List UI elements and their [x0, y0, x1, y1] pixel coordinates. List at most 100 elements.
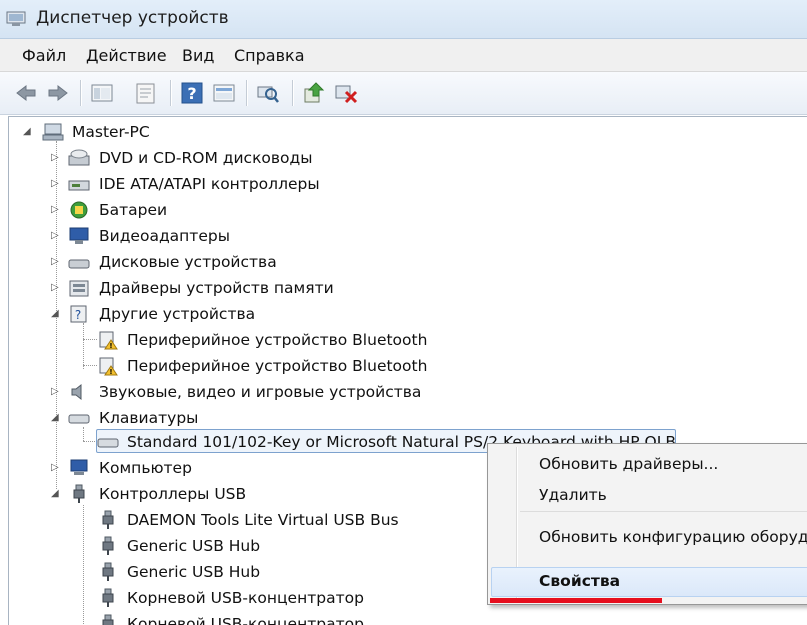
usb-icon: [102, 562, 114, 581]
forward-arrow-icon[interactable]: [46, 81, 70, 105]
tree-device-bluetooth[interactable]: ! Периферийное устройство Bluetooth: [9, 354, 439, 378]
toolbar: ?: [0, 72, 807, 115]
tree-category-sound[interactable]: ▷ Звуковые, видео и игровые устройства: [9, 380, 439, 404]
help-icon[interactable]: ?: [180, 81, 204, 105]
tree-device-usb[interactable]: Корневой USB-концентратор: [9, 586, 409, 610]
tree-device-usb[interactable]: Generic USB Hub: [9, 560, 309, 584]
tree-item-label: DAEMON Tools Lite Virtual USB Bus: [127, 511, 399, 529]
unknown-device-icon: ?: [70, 305, 87, 323]
device-manager-icon: [6, 11, 26, 26]
tree-item-label: DVD и CD-ROM дисководы: [99, 149, 313, 167]
properties-icon[interactable]: [134, 81, 158, 105]
collapse-arrow-icon[interactable]: ◢: [51, 488, 61, 500]
battery-icon: [70, 201, 88, 219]
tree-item-label: Видеоадаптеры: [99, 227, 230, 245]
svg-text:!: !: [109, 368, 112, 376]
expand-arrow-icon[interactable]: ▷: [51, 204, 61, 216]
menu-file[interactable]: Файл: [22, 46, 66, 65]
tree-device-usb[interactable]: DAEMON Tools Lite Virtual USB Bus: [9, 508, 429, 532]
tree-item-label: Драйверы устройств памяти: [99, 279, 334, 297]
usb-icon: [102, 510, 114, 529]
tree-item-label: Корневой USB-концентратор: [127, 589, 364, 607]
expand-arrow-icon[interactable]: ▷: [51, 282, 61, 294]
back-arrow-icon[interactable]: [14, 81, 38, 105]
context-properties[interactable]: Свойства: [539, 572, 620, 590]
expand-arrow-icon[interactable]: ▷: [51, 230, 61, 242]
context-menu: Обновить драйверы... Удалить Обновить ко…: [487, 443, 807, 605]
expand-arrow-icon[interactable]: ▷: [51, 386, 61, 398]
dvd-drive-icon: [68, 149, 90, 166]
menu-action[interactable]: Действие: [86, 46, 167, 65]
tree-item-label: Generic USB Hub: [127, 563, 261, 581]
menu-help[interactable]: Справка: [234, 46, 305, 65]
toolbar-separator: [80, 80, 81, 106]
tree-category-other[interactable]: ◢ ? Другие устройства: [9, 302, 409, 326]
toolbar-separator: [170, 80, 171, 106]
context-scan-hardware[interactable]: Обновить конфигурацию оборудования: [539, 528, 807, 546]
tree-device-bluetooth[interactable]: ! Периферийное устройство Bluetooth: [9, 328, 439, 352]
memory-driver-icon: [69, 280, 89, 297]
context-menu-separator: [520, 511, 807, 512]
tree-item-label: Периферийное устройство Bluetooth: [127, 331, 428, 349]
tree-item-label: Другие устройства: [99, 305, 256, 323]
expand-arrow-icon[interactable]: ▷: [51, 152, 61, 164]
display-adapter-icon: [69, 227, 89, 244]
tree-device-usb[interactable]: Generic USB Hub: [9, 534, 309, 558]
tree-item-label: Звуковые, видео и игровые устройства: [99, 383, 422, 401]
svg-text:!: !: [109, 342, 112, 350]
tree-item-label: Периферийное устройство Bluetooth: [127, 357, 428, 375]
svg-text:?: ?: [75, 308, 81, 322]
keyboard-icon: [97, 438, 119, 448]
tree-category-disk[interactable]: ▷ Дисковые устройства: [9, 250, 409, 274]
scan-hardware-icon[interactable]: [256, 81, 280, 105]
svg-text:?: ?: [187, 84, 196, 103]
tree-category-memory[interactable]: ▷ Драйверы устройств памяти: [9, 276, 409, 300]
computer-icon: [70, 459, 88, 475]
usb-icon: [102, 536, 114, 555]
tree-item-label: IDE ATA/ATAPI контроллеры: [99, 175, 320, 193]
tree-category-computer[interactable]: ▷ Компьютер: [9, 456, 309, 480]
collapse-arrow-icon[interactable]: ◢: [51, 308, 61, 320]
tree-category-ide[interactable]: ▷ IDE ATA/ATAPI контроллеры: [9, 172, 409, 196]
warning-device-icon: !: [99, 357, 118, 376]
tree-item-label: Клавиатуры: [99, 409, 199, 427]
tree-item-label: Корневой USB-концентратор: [127, 615, 364, 625]
tree-category-dvd[interactable]: ▷ DVD и CD-ROM дисководы: [9, 146, 409, 170]
tree-item-label: Батареи: [99, 201, 168, 219]
tree-root-master-pc[interactable]: ◢ Master-PC: [9, 120, 309, 144]
tree-category-battery[interactable]: ▷ Батареи: [9, 198, 409, 222]
context-uninstall[interactable]: Удалить: [539, 486, 607, 504]
tree-item-label: Дисковые устройства: [99, 253, 277, 271]
tree-item-label: Generic USB Hub: [127, 537, 261, 555]
show-hide-tree-icon[interactable]: [90, 81, 114, 105]
update-driver-icon[interactable]: [302, 81, 326, 105]
tree-category-display[interactable]: ▷ Видеоадаптеры: [9, 224, 409, 248]
computer-network-icon: [42, 123, 64, 141]
device-manager-window: Диспетчер устройств Файл Действие Вид Сп…: [0, 0, 807, 625]
tree-item-label: Компьютер: [99, 459, 192, 477]
expand-arrow-icon[interactable]: ▷: [51, 256, 61, 268]
usb-icon: [102, 614, 114, 625]
context-update-drivers[interactable]: Обновить драйверы...: [539, 455, 718, 473]
toolbar-separator: [292, 80, 293, 106]
usb-icon: [73, 484, 85, 503]
tree-root-label: Master-PC: [72, 123, 150, 141]
expand-arrow-icon[interactable]: ▷: [51, 178, 61, 190]
usb-icon: [102, 588, 114, 607]
disk-drive-icon: [68, 259, 90, 269]
menu-bar: Файл Действие Вид Справка: [0, 39, 807, 72]
expand-arrow-icon[interactable]: ▷: [51, 462, 61, 474]
ide-controller-icon: [68, 180, 90, 191]
title-bar: Диспетчер устройств: [0, 0, 807, 39]
tree-category-keyboards[interactable]: ◢ Клавиатуры: [9, 406, 409, 430]
tree-item-label: Контроллеры USB: [99, 485, 247, 503]
menu-view[interactable]: Вид: [182, 46, 214, 65]
collapse-arrow-icon[interactable]: ◢: [23, 126, 33, 138]
collapse-arrow-icon[interactable]: ◢: [51, 412, 61, 424]
warning-device-icon: !: [99, 331, 118, 350]
keyboard-icon: [68, 414, 90, 424]
uninstall-icon[interactable]: [334, 81, 358, 105]
view-icon[interactable]: [212, 81, 236, 105]
tree-category-usb[interactable]: ◢ Контроллеры USB: [9, 482, 309, 506]
tree-device-usb[interactable]: Корневой USB-концентратор: [9, 612, 409, 625]
